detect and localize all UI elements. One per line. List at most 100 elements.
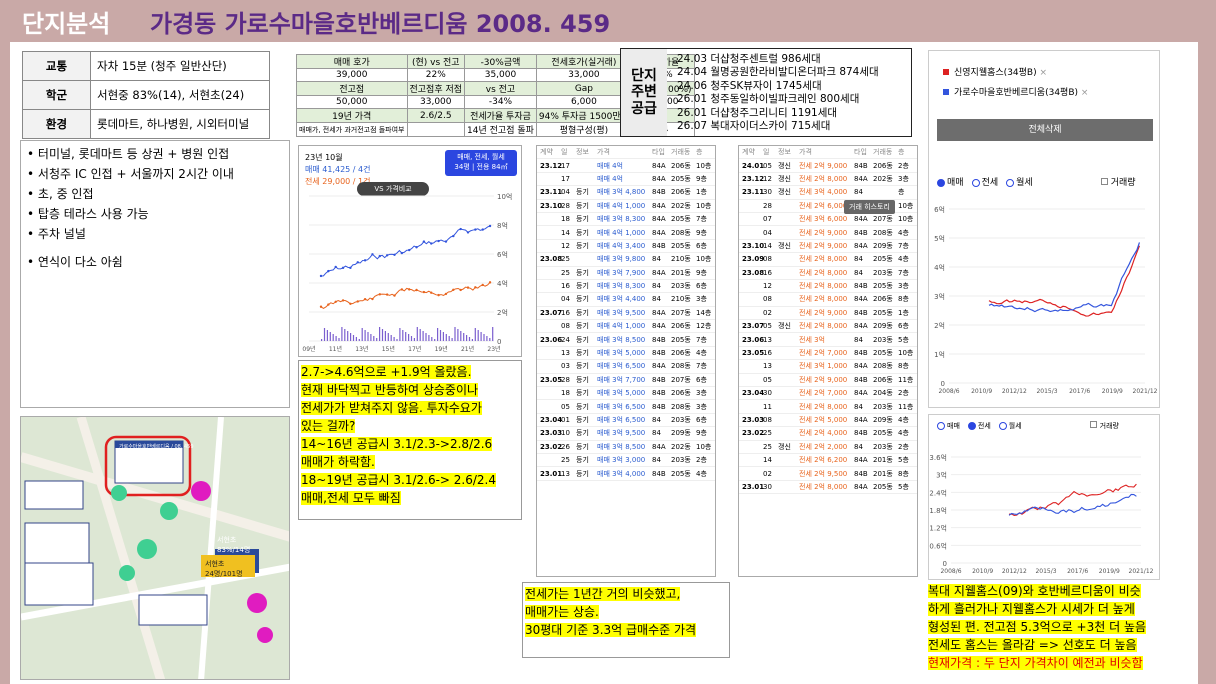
note-item: • 주차 널널 bbox=[27, 227, 86, 241]
sale-transactions[interactable]: 계약 일 정보 가격 타입 거래동 층 23.12 17 매매 4억 84A 206동 10층 17 매매 … bbox=[536, 145, 716, 577]
info-row: 환경 롯데마트, 하나병원, 시외터미널 bbox=[22, 109, 270, 139]
data-point bbox=[334, 300, 337, 303]
tx-row[interactable]: 23.10 14 갱신 전세 2억 9,000 84A 209동 7층 bbox=[739, 240, 917, 254]
tx-cell: 84A bbox=[854, 241, 868, 250]
tx-row[interactable]: 05 전세 2억 9,000 84B 206동 11층 bbox=[739, 374, 917, 388]
tx-row[interactable]: 13 전세 3억 1,000 84A 208동 8층 bbox=[739, 360, 917, 374]
tx-row[interactable]: 12 등기 매매 4억 3,400 84B 205동 6층 bbox=[537, 240, 715, 254]
tx-row[interactable]: 23.04 30 전세 2억 7,000 84A 204동 2층 bbox=[739, 387, 917, 401]
tx-cell: 84A bbox=[652, 201, 666, 210]
tx-cell: 84A bbox=[652, 215, 666, 224]
tx-header-cell: 타입 bbox=[854, 148, 867, 157]
tx-row[interactable]: 25 등기 매매 3억 7,900 84A 201동 9층 bbox=[537, 267, 715, 280]
tx-cell: 207동 bbox=[873, 215, 893, 224]
tx-row[interactable]: 23.01 30 전세 2억 8,000 84A 205동 5층 bbox=[739, 481, 917, 495]
tx-row[interactable]: 17 매매 4억 84A 205동 9층 bbox=[537, 173, 715, 187]
tx-row[interactable]: 23.12 17 매매 4억 84A 206동 10층 bbox=[537, 159, 715, 173]
tx-row[interactable]: 23.02 26 등기 매매 3억 8,500 84A 202동 10층 bbox=[537, 441, 715, 454]
price-cell: Gap bbox=[535, 81, 632, 96]
comment-line: 30평대 기준 3.3억 급매수준 가격 bbox=[525, 623, 697, 637]
tx-row[interactable]: 23.06 13 전세 3억 84 203동 5층 bbox=[739, 333, 917, 347]
y-tick-label: 10억 bbox=[497, 193, 512, 201]
tx-cell: 매매 3억 8,500 bbox=[597, 335, 646, 344]
note-text: 터미널, 롯데마트 등 상권 + 병원 인접 bbox=[37, 147, 230, 161]
note-item: • 초, 중 인접 bbox=[27, 187, 94, 201]
tx-cell: 11층 bbox=[898, 402, 914, 411]
tx-row[interactable]: 07 전세 3억 6,000 84A 207동 10층 bbox=[739, 213, 917, 227]
tx-cell: 84A bbox=[854, 322, 868, 331]
tx-row[interactable]: 18 등기 매매 3억 5,000 84B 206동 3층 bbox=[537, 387, 715, 401]
volume-bar bbox=[477, 330, 479, 341]
tx-row[interactable]: 23.06 24 등기 매매 3억 8,500 84B 205동 7층 bbox=[537, 333, 715, 347]
tx-cell: 210동 bbox=[671, 255, 691, 264]
tx-row[interactable]: 23.03 08 전세 2억 5,000 84A 209동 4층 bbox=[739, 414, 917, 428]
tx-row[interactable]: 23.04 01 등기 매매 3억 6,500 84 203동 6층 bbox=[537, 414, 715, 428]
x-tick-label: 2010/9 bbox=[971, 388, 992, 395]
tx-row[interactable]: 08 등기 매매 4억 1,000 84A 206동 12층 bbox=[537, 320, 715, 334]
tx-row[interactable]: 18 등기 매매 3억 8,300 84A 205동 7층 bbox=[537, 213, 715, 227]
tx-row[interactable]: 04 등기 매매 3억 4,400 84 210동 3층 bbox=[537, 293, 715, 307]
tx-row[interactable]: 02 전세 2억 9,500 84B 201동 8층 bbox=[739, 467, 917, 481]
tx-cell: 201동 bbox=[873, 469, 893, 478]
tx-cell: 전세 2억 8,000 bbox=[799, 174, 848, 183]
tx-cell: 23.05 bbox=[742, 349, 765, 358]
tx-row[interactable]: 23.10 28 등기 매매 4억 1,000 84A 202동 10층 bbox=[537, 200, 715, 213]
tx-cell: 매매 3억 8,500 bbox=[597, 442, 646, 451]
note-text: 초, 중 인접 bbox=[37, 187, 94, 201]
tx-row[interactable]: 14 전세 2억 6,200 84A 201동 5층 bbox=[739, 454, 917, 468]
tx-row[interactable]: 23.07 05 갱신 전세 2억 8,000 84A 209동 6층 bbox=[739, 320, 917, 334]
tx-row[interactable]: 23.11 30 갱신 전세 3억 4,000 84 층 bbox=[739, 186, 917, 200]
tx-row[interactable]: 11 전세 2억 8,000 84 203동 11층 bbox=[739, 400, 917, 414]
tx-row[interactable]: 16 등기 매매 3억 8,300 84 203동 6층 bbox=[537, 280, 715, 294]
tx-cell: 매매 3억 6,500 bbox=[597, 402, 646, 411]
tx-row[interactable]: 23.11 04 등기 매매 3억 4,800 84B 206동 1층 bbox=[537, 186, 715, 200]
tx-row[interactable]: 25 등기 매매 3억 3,000 84 203동 2층 bbox=[537, 454, 715, 468]
volume-bar bbox=[434, 339, 436, 341]
tx-cell: 205동 bbox=[671, 335, 691, 344]
y-tick-label: 0.6억 bbox=[929, 542, 947, 550]
tx-row[interactable]: 23.12 12 갱신 전세 2억 8,000 84A 202동 3층 bbox=[739, 173, 917, 187]
map-image[interactable]: 가로수마을호반베르디움 / 08. 459 서현초 83%/14명 서현초 24… bbox=[20, 416, 290, 680]
volume-bar bbox=[396, 339, 398, 341]
volume-bar bbox=[370, 334, 372, 341]
tx-row[interactable]: 23.02 25 전세 2억 4,000 84B 205동 4층 bbox=[739, 427, 917, 441]
tx-row[interactable]: 23.08 16 전세 2억 8,000 84 203동 7층 bbox=[739, 267, 917, 280]
tx-cell: 05 bbox=[763, 375, 772, 384]
tx-cell: 전세 2억 8,000 bbox=[799, 295, 848, 304]
tx-cell: 23.04 bbox=[540, 416, 563, 424]
tx-cell: 4층 bbox=[696, 349, 707, 358]
price-cell: vs 전고 bbox=[464, 81, 537, 96]
x-tick-label: 19년 bbox=[435, 345, 448, 353]
tx-row[interactable]: 02 전세 2억 9,000 84B 205동 1층 bbox=[739, 307, 917, 321]
tx-row[interactable]: 23.01 13 등기 매매 3억 4,000 84B 205동 4층 bbox=[537, 467, 715, 481]
tx-row[interactable]: 23.05 28 등기 매매 3억 7,700 84B 207동 6층 bbox=[537, 374, 715, 388]
x-tick-label: 17년 bbox=[408, 345, 421, 353]
tx-row[interactable]: 24.01 05 갱신 전세 2억 9,000 84B 206동 2층 bbox=[739, 159, 917, 173]
tx-row[interactable]: 05 등기 매매 3억 6,500 84B 208동 3층 bbox=[537, 400, 715, 414]
volume-bar bbox=[483, 334, 485, 341]
tx-row[interactable]: 13 등기 매매 3억 5,000 84B 206동 4층 bbox=[537, 347, 715, 361]
tx-row[interactable]: 04 전세 2억 9,000 84B 208동 4층 bbox=[739, 226, 917, 240]
tx-row[interactable]: 08 전세 2억 8,000 84A 206동 8층 bbox=[739, 293, 917, 307]
tx-row[interactable]: 23.03 10 등기 매매 3억 9,500 84 209동 9층 bbox=[537, 427, 715, 441]
x-tick-label: 11년 bbox=[329, 345, 342, 353]
tx-row[interactable]: 23.09 08 전세 2억 8,000 84 205동 4층 bbox=[739, 253, 917, 267]
tx-cell: 208동 bbox=[671, 228, 691, 237]
comment-line: 형성된 편. 전고점 5.3억으로 +3천 더 높음 bbox=[928, 620, 1147, 634]
data-point bbox=[415, 246, 418, 249]
y-tick-label: 0 bbox=[941, 380, 945, 388]
tx-row[interactable]: 14 등기 매매 4억 1,000 84A 208동 9층 bbox=[537, 226, 715, 240]
tx-cell: 84A bbox=[854, 456, 868, 465]
tx-row[interactable]: 03 등기 매매 3억 6,500 84A 208동 7층 bbox=[537, 360, 715, 374]
tx-row[interactable]: 23.05 16 전세 2억 7,000 84B 205동 10층 bbox=[739, 347, 917, 361]
tx-row[interactable]: 12 전세 2억 8,000 84B 205동 3층 bbox=[739, 280, 917, 294]
y-tick-label: 4억 bbox=[934, 264, 945, 272]
tx-cell: 08 bbox=[561, 322, 570, 331]
y-tick-label: 1.2억 bbox=[929, 525, 947, 533]
tx-cell: 등기 bbox=[576, 416, 589, 424]
tx-row[interactable]: 25 갱신 전세 2억 2,000 84 203동 2층 bbox=[739, 441, 917, 454]
volume-bar bbox=[468, 337, 471, 341]
tx-row[interactable]: 23.08 25 매매 3억 9,800 84 210동 10층 bbox=[537, 253, 715, 267]
tx-row[interactable]: 23.07 16 등기 매매 3억 9,500 84A 207동 14층 bbox=[537, 307, 715, 321]
tx-cell: 등기 bbox=[576, 308, 589, 317]
